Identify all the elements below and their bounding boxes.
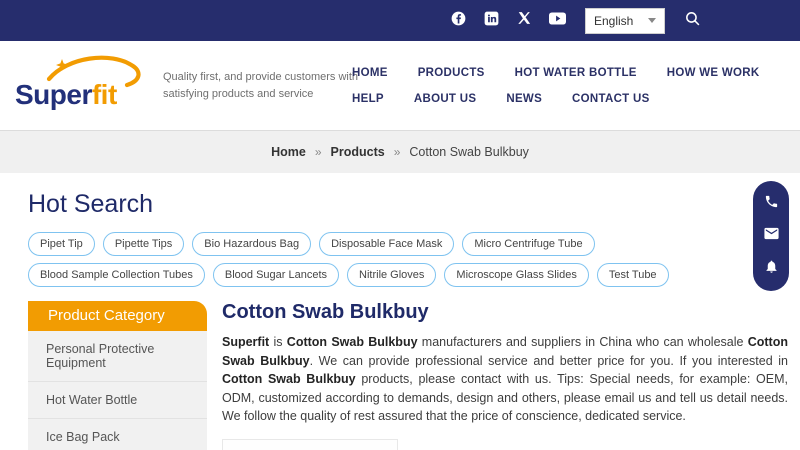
nav-item[interactable]: HOME: [352, 67, 388, 79]
breadcrumb-separator: »: [314, 145, 322, 159]
hot-search-tag[interactable]: Micro Centrifuge Tube: [462, 232, 595, 256]
hot-search-tag[interactable]: Test Tube: [596, 263, 669, 287]
bell-icon: [764, 259, 779, 279]
youtube-icon: [548, 11, 566, 30]
hot-search-tag[interactable]: Nitrile Gloves: [347, 263, 437, 287]
nav-item[interactable]: CONTACT US: [572, 93, 650, 105]
nav-item[interactable]: HOW WE WORK: [667, 67, 760, 79]
product-category-sidebar: Product Category Personal Protective Equ…: [28, 301, 207, 450]
nav-item[interactable]: HELP: [352, 93, 384, 105]
page-title: Cotton Swab Bulkbuy: [222, 301, 429, 323]
hot-search-tag[interactable]: Pipette Tips: [102, 232, 185, 256]
main-nav: HOME PRODUCTS HOT WATER BOTTLE HOW WE WORK H…: [352, 67, 772, 105]
x-twitter-link[interactable]: [513, 10, 535, 32]
nav-item[interactable]: HOT WATER BOTTLE: [515, 67, 637, 79]
chevron-down-icon: [648, 18, 656, 23]
logo-text: Superfit: [15, 79, 117, 111]
hot-search-tag[interactable]: Blood Sugar Lancets: [212, 263, 340, 287]
breadcrumb-bar: Home » Products » Cotton Swab Bulkbuy: [0, 130, 800, 173]
breadcrumb-separator: »: [393, 145, 401, 159]
product-category-header: Product Category: [28, 301, 207, 331]
language-select[interactable]: English: [585, 7, 665, 34]
tagline: Quality first, and provide customers wit…: [163, 70, 359, 100]
facebook-link[interactable]: [447, 10, 469, 32]
linkedin-link[interactable]: [480, 10, 502, 32]
nav-item[interactable]: ABOUT US: [414, 93, 476, 105]
breadcrumb-current: Cotton Swab Bulkbuy: [409, 145, 529, 159]
top-bar: English: [0, 0, 800, 41]
hot-search-title: Hot Search: [28, 190, 154, 218]
content-area: Product Category Personal Protective Equ…: [0, 287, 800, 450]
bell-button[interactable]: [761, 259, 781, 279]
search-icon: [684, 10, 701, 32]
hot-search-tag[interactable]: Bio Hazardous Bag: [192, 232, 312, 256]
sidebar-category-item[interactable]: Hot Water Bottle: [28, 382, 207, 419]
floating-contact-widget: [753, 181, 789, 291]
logo[interactable]: Superfit: [15, 55, 143, 117]
main-content: Cotton Swab Bulkbuy Superfit is Cotton S…: [222, 301, 788, 450]
search-button[interactable]: [682, 11, 702, 31]
product-category-list: Personal Protective Equipment Hot Water B…: [28, 331, 207, 450]
youtube-link[interactable]: [546, 10, 568, 32]
logo-text-super: Super: [15, 78, 92, 110]
paragraph-segment: Cotton Swab Bulkbuy: [286, 335, 418, 349]
mail-button[interactable]: [761, 226, 781, 246]
nav-item[interactable]: PRODUCTS: [418, 67, 485, 79]
breadcrumb-home[interactable]: Home: [271, 145, 306, 159]
phone-icon: [764, 194, 779, 214]
mail-icon: [763, 225, 780, 247]
linkedin-icon: [484, 11, 499, 31]
x-icon: [517, 11, 531, 30]
phone-button[interactable]: [761, 194, 781, 214]
product-image[interactable]: [222, 438, 398, 450]
sidebar-category-item[interactable]: Ice Bag Pack: [28, 419, 207, 450]
nav-item[interactable]: NEWS: [506, 93, 542, 105]
paragraph-segment: manufacturers and suppliers in China who…: [417, 335, 748, 349]
hot-search-tag[interactable]: Disposable Face Mask: [319, 232, 455, 256]
hot-search-tag[interactable]: Blood Sample Collection Tubes: [28, 263, 205, 287]
language-select-value: English: [594, 13, 634, 28]
paragraph-segment: Superfit: [222, 335, 270, 349]
sidebar-category-item[interactable]: Personal Protective Equipment: [28, 331, 207, 382]
site-header: Superfit Quality first, and provide cust…: [0, 41, 800, 130]
paragraph-segment: . We can provide professional service an…: [309, 353, 788, 368]
hot-search-section: Hot Search Pipet Tip Pipette Tips Bio Haza…: [0, 173, 800, 287]
facebook-icon: [451, 11, 466, 31]
hot-search-tag[interactable]: Pipet Tip: [28, 232, 95, 256]
hot-search-tags: Pipet Tip Pipette Tips Bio Hazardous Bag Di…: [28, 232, 772, 287]
logo-text-fit: fit: [91, 78, 117, 110]
breadcrumb-products[interactable]: Products: [331, 145, 385, 159]
paragraph-segment: Cotton Swab Bulkbuy: [222, 372, 356, 386]
intro-paragraph: Superfit is Cotton Swab Bulkbuy manufact…: [222, 333, 788, 426]
hot-search-tag[interactable]: Microscope Glass Slides: [444, 263, 589, 287]
paragraph-segment: is: [269, 335, 287, 349]
